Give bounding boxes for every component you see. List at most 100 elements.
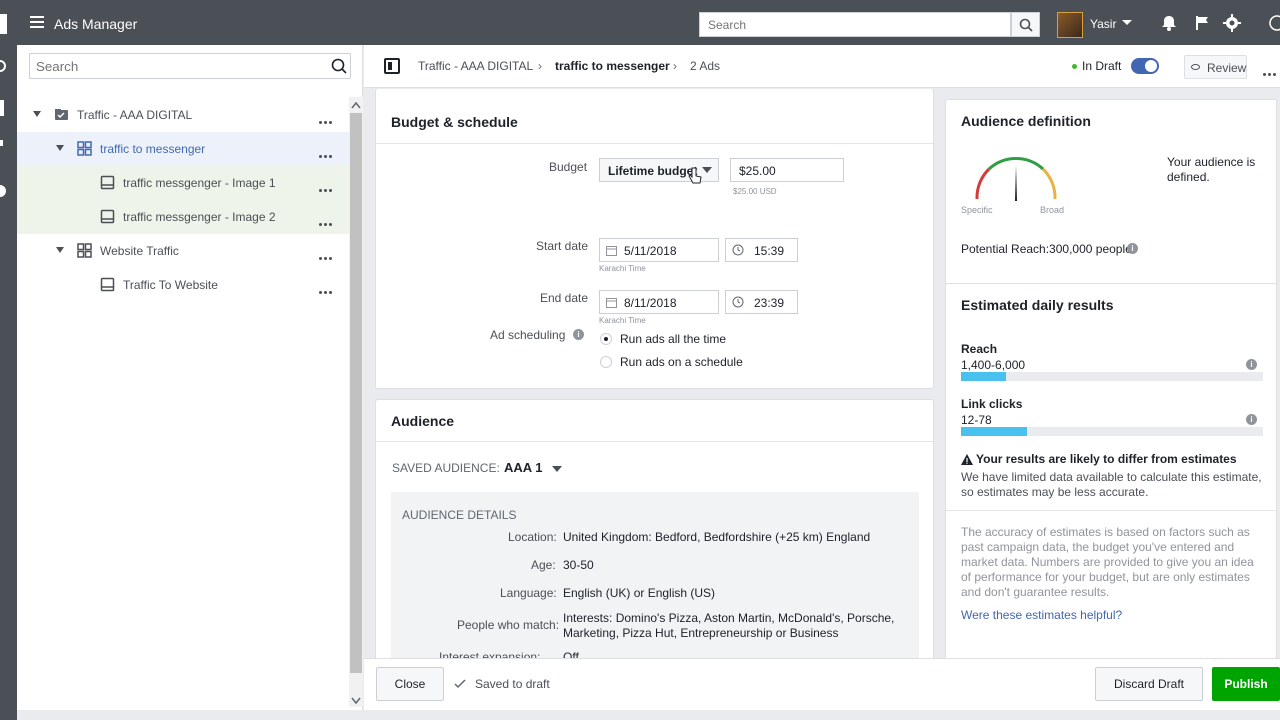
end-time-value: 23:39 bbox=[754, 296, 785, 310]
nav-campaigns-icon[interactable] bbox=[0, 100, 4, 116]
flag-icon[interactable] bbox=[1193, 14, 1211, 32]
people-who-match-label: People who match: bbox=[457, 618, 560, 632]
nav-circle-icon[interactable] bbox=[0, 60, 6, 72]
estimates-helpful-link[interactable]: Were these estimates helpful? bbox=[961, 608, 1122, 622]
footer-bar: Close Saved to draft Discard Draft Publi… bbox=[364, 658, 1280, 710]
gear-icon[interactable] bbox=[1223, 14, 1241, 32]
start-timezone: Karachi Time bbox=[599, 264, 646, 273]
nav-edit-icon[interactable] bbox=[0, 140, 3, 146]
tree-item-campaign[interactable]: Traffic - AAA DIGITAL bbox=[17, 98, 349, 132]
start-date-input[interactable]: 5/11/2018 bbox=[599, 238, 719, 262]
link-clicks-progress-fill bbox=[961, 427, 1028, 436]
chevron-down-icon[interactable] bbox=[1122, 20, 1132, 25]
bell-icon[interactable] bbox=[1160, 14, 1178, 32]
clock-icon bbox=[732, 244, 744, 256]
link-clicks-label: Link clicks bbox=[961, 397, 1023, 411]
budget-amount-input[interactable]: $25.00 bbox=[730, 158, 844, 182]
run-all-time-radio[interactable] bbox=[600, 333, 612, 345]
ad-icon bbox=[100, 209, 115, 224]
more-options-icon[interactable] bbox=[1263, 65, 1279, 76]
draft-toggle[interactable] bbox=[1131, 58, 1159, 74]
caret-down-icon[interactable] bbox=[56, 145, 64, 151]
end-date-input[interactable]: 8/11/2018 bbox=[599, 290, 719, 314]
tree-item-ad-image-2[interactable]: traffic messgenger - Image 2 bbox=[17, 200, 349, 234]
budget-amount-value: $25.00 bbox=[739, 164, 776, 178]
more-options-icon[interactable] bbox=[319, 215, 335, 226]
run-all-time-label[interactable]: Run ads all the time bbox=[620, 332, 726, 346]
scroll-up-icon[interactable] bbox=[351, 101, 361, 109]
more-options-icon[interactable] bbox=[319, 283, 335, 294]
publish-button[interactable]: Publish bbox=[1212, 667, 1280, 701]
age-value: 30-50 bbox=[563, 558, 594, 572]
estimated-results-card: Estimated daily results Reach 1,400-6,00… bbox=[945, 283, 1277, 685]
tree-item-label: traffic to messenger bbox=[100, 142, 206, 156]
calendar-icon bbox=[606, 246, 617, 256]
ad-scheduling-label: Ad scheduling bbox=[490, 328, 566, 342]
app-title: Ads Manager bbox=[54, 16, 138, 32]
run-on-schedule-label[interactable]: Run ads on a schedule bbox=[620, 355, 743, 369]
breadcrumb-ads[interactable]: 2 Ads bbox=[690, 59, 720, 73]
caret-down-icon[interactable] bbox=[56, 247, 64, 253]
search-button[interactable] bbox=[1011, 12, 1040, 37]
more-options-icon[interactable] bbox=[319, 249, 335, 260]
breadcrumb-campaign[interactable]: Traffic - AAA DIGITAL bbox=[418, 59, 533, 73]
chevron-right-icon: › bbox=[673, 59, 677, 73]
caret-down-icon[interactable] bbox=[702, 167, 712, 173]
tree-item-adset-website[interactable]: Website Traffic bbox=[17, 234, 349, 268]
tree-item-ad-image-1[interactable]: traffic messgenger - Image 1 bbox=[17, 166, 349, 200]
info-icon[interactable]: i bbox=[1246, 359, 1257, 370]
main-editor: Traffic - AAA DIGITAL › traffic to messe… bbox=[364, 45, 1280, 720]
info-icon[interactable]: i bbox=[573, 329, 584, 340]
estimate-accuracy-text: The accuracy of estimates is based on fa… bbox=[961, 525, 1254, 599]
info-icon[interactable]: i bbox=[1127, 243, 1138, 254]
tree-search-input[interactable] bbox=[29, 53, 351, 79]
menu-icon[interactable] bbox=[30, 16, 44, 28]
cursor-hand-icon bbox=[688, 167, 702, 184]
budget-label: Budget bbox=[549, 160, 588, 174]
top-search-input[interactable] bbox=[699, 12, 1011, 37]
left-nav-strip bbox=[0, 45, 17, 720]
tree-item-ad-website[interactable]: Traffic To Website bbox=[17, 268, 349, 302]
gauge-broad-label: Broad bbox=[1040, 205, 1065, 215]
saved-audience-value[interactable]: AAA 1 bbox=[504, 460, 543, 475]
review-button-label: Review bbox=[1207, 61, 1247, 75]
nav-profile-icon[interactable] bbox=[0, 185, 6, 197]
review-button[interactable]: Review bbox=[1184, 55, 1247, 79]
calendar-icon bbox=[606, 298, 617, 308]
close-button-label: Close bbox=[394, 677, 426, 691]
breadcrumb-adset[interactable]: traffic to messenger bbox=[555, 59, 670, 73]
people-who-match-value-1: Interests: Domino's Pizza, Aston Martin,… bbox=[563, 611, 895, 625]
warning-icon bbox=[961, 454, 973, 465]
top-bar: Ads Manager Yasir bbox=[0, 0, 1280, 45]
start-date-label: Start date bbox=[536, 239, 589, 253]
estimate-warning-body: We have limited data available to calcul… bbox=[961, 470, 1262, 499]
tree-item-label: traffic messgenger - Image 2 bbox=[123, 210, 276, 224]
tree-scrollbar-thumb[interactable] bbox=[350, 113, 362, 673]
draft-status-label: In Draft bbox=[1082, 59, 1122, 73]
more-options-icon[interactable] bbox=[319, 147, 335, 158]
end-date-label: End date bbox=[540, 291, 589, 305]
discard-draft-button[interactable]: Discard Draft bbox=[1095, 667, 1203, 701]
help-icon[interactable] bbox=[1268, 14, 1280, 32]
start-date-value: 5/11/2018 bbox=[624, 244, 677, 258]
scroll-down-icon[interactable] bbox=[351, 697, 361, 705]
caret-down-icon[interactable] bbox=[33, 111, 41, 117]
info-icon[interactable]: i bbox=[1246, 414, 1257, 425]
search-icon[interactable] bbox=[331, 58, 347, 74]
close-button[interactable]: Close bbox=[376, 667, 444, 701]
caret-down-icon[interactable] bbox=[552, 466, 562, 472]
budget-schedule-heading: Budget & schedule bbox=[391, 114, 518, 130]
more-options-icon[interactable] bbox=[319, 181, 335, 192]
reach-progress-bar bbox=[961, 372, 1263, 381]
ad-icon bbox=[100, 175, 115, 190]
run-on-schedule-radio[interactable] bbox=[600, 356, 612, 368]
link-clicks-progress-bar bbox=[961, 427, 1263, 436]
panel-toggle-icon[interactable] bbox=[384, 58, 400, 74]
discard-draft-label: Discard Draft bbox=[1113, 677, 1184, 691]
more-options-icon[interactable] bbox=[319, 113, 335, 124]
saved-audience-label: SAVED AUDIENCE: bbox=[392, 461, 500, 475]
user-name[interactable]: Yasir bbox=[1090, 17, 1116, 31]
tree-item-adset-messenger[interactable]: traffic to messenger bbox=[17, 132, 349, 166]
avatar[interactable] bbox=[1057, 12, 1083, 38]
facebook-logo-icon[interactable] bbox=[0, 14, 7, 34]
